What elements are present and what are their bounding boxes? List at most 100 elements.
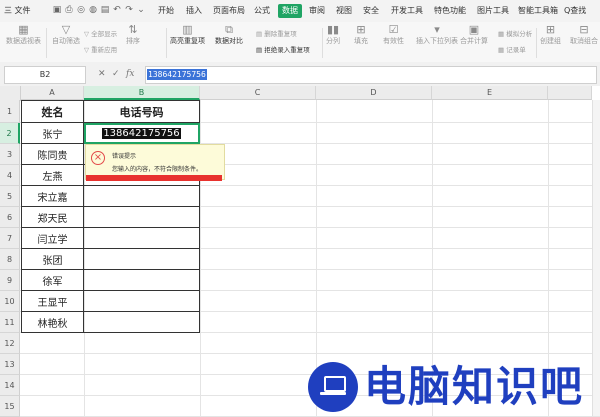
row-header[interactable]: 3 — [0, 144, 20, 165]
name-cell[interactable]: 左燕 — [21, 165, 84, 186]
vertical-scrollbar[interactable] — [592, 100, 600, 416]
function-icon[interactable]: fx — [126, 68, 134, 80]
header-cell-name[interactable]: 姓名 — [21, 100, 84, 123]
record-form-button[interactable]: ▦ 记录单 — [498, 44, 526, 54]
simulate-icon: ▦ — [498, 30, 507, 38]
simulate-button[interactable]: ▦ 模拟分析 — [498, 28, 532, 38]
row-header[interactable]: 14 — [0, 375, 20, 396]
tab-special[interactable]: 特色功能 — [434, 4, 466, 18]
phone-cell[interactable] — [84, 291, 200, 312]
laptop-icon — [324, 376, 346, 392]
column-header-b[interactable]: B — [84, 86, 200, 100]
file-menu[interactable]: 三 文件 — [4, 4, 31, 18]
column-header-c[interactable]: C — [200, 86, 316, 100]
save-icon[interactable]: ▣ — [52, 5, 62, 15]
validity-button[interactable]: ☑ 有效性 — [383, 24, 404, 46]
row-header[interactable]: 1 — [0, 100, 20, 123]
split-column-button[interactable]: ▮▮ 分列 — [326, 24, 340, 46]
column-header-a[interactable]: A — [21, 86, 84, 100]
row-header[interactable]: 13 — [0, 354, 20, 375]
tab-security[interactable]: 安全 — [363, 4, 379, 18]
name-cell[interactable]: 林艳秋 — [21, 312, 84, 333]
row-header[interactable]: 15 — [0, 396, 20, 417]
active-cell-value: 138642175756 — [102, 127, 181, 139]
create-group-button[interactable]: ⊞ 创建组 — [540, 24, 561, 46]
select-all-corner[interactable] — [0, 86, 21, 101]
tab-picture-tools[interactable]: 图片工具 — [477, 4, 509, 18]
undo-icon[interactable]: ↶ — [112, 5, 122, 15]
tab-developer[interactable]: 开发工具 — [391, 4, 423, 18]
tab-data[interactable]: 数据 — [278, 4, 302, 18]
fill-button[interactable]: ⊞ 填充 — [354, 24, 368, 46]
name-cell[interactable]: 王显平 — [21, 291, 84, 312]
print-preview-icon[interactable]: ▤ — [100, 5, 110, 15]
active-cell-b2[interactable]: 138642175756 — [84, 123, 200, 144]
formula-value: 138642175756 — [147, 69, 207, 80]
customize-icon[interactable]: ⌄ — [136, 5, 146, 15]
consolidate-button[interactable]: ▣ 合并计算 — [460, 24, 488, 46]
search-button[interactable]: Q查找 — [564, 4, 586, 18]
name-cell[interactable]: 闫立学 — [21, 228, 84, 249]
name-cell[interactable]: 张宁 — [21, 123, 84, 144]
ungroup-button[interactable]: ⊟ 取消组合 — [570, 24, 598, 46]
row-header[interactable]: 7 — [0, 228, 20, 249]
header-cell-phone[interactable]: 电话号码 — [84, 100, 200, 123]
ribbon-separator — [536, 28, 537, 58]
tab-insert[interactable]: 插入 — [186, 4, 202, 18]
formula-bar: B2 ✕ ✓ fx 138642175756 — [0, 62, 600, 86]
row-header[interactable]: 12 — [0, 333, 20, 354]
reject-dup-label: 拒绝录入重复项 — [264, 46, 310, 54]
tab-page-layout[interactable]: 页面布局 — [213, 4, 245, 18]
tab-review[interactable]: 审阅 — [309, 4, 325, 18]
pivot-table-button[interactable]: ▦ 数据透视表 — [6, 24, 41, 46]
row-header[interactable]: 4 — [0, 165, 20, 186]
column-header-e[interactable]: E — [432, 86, 548, 100]
phone-cell[interactable] — [84, 249, 200, 270]
reject-duplicates-button[interactable]: ▤ 拒绝录入重复项 — [256, 44, 310, 54]
fill-icon: ⊞ — [356, 23, 366, 36]
cancel-icon[interactable]: ✕ — [98, 68, 106, 80]
phone-cell[interactable] — [84, 228, 200, 249]
row-header[interactable]: 8 — [0, 249, 20, 270]
preview-icon[interactable]: ◎ — [76, 5, 86, 15]
phone-cell[interactable] — [84, 312, 200, 333]
compare-icon: ⧉ — [225, 23, 233, 36]
column-header-f[interactable] — [548, 86, 592, 100]
confirm-icon[interactable]: ✓ — [112, 68, 120, 80]
formula-input[interactable]: 138642175756 — [145, 66, 597, 84]
sort-button[interactable]: ⇅ 排序 — [126, 24, 140, 46]
row-header[interactable]: 5 — [0, 186, 20, 207]
phone-cell[interactable] — [84, 186, 200, 207]
tab-smart-toolbox[interactable]: 智能工具箱 — [518, 4, 558, 18]
name-cell[interactable]: 宋立嘉 — [21, 186, 84, 207]
row-header[interactable]: 10 — [0, 291, 20, 312]
row-header[interactable]: 9 — [0, 270, 20, 291]
consolidate-icon: ▣ — [468, 23, 480, 36]
data-compare-button[interactable]: ⧉ 数据对比 — [215, 24, 243, 46]
reapply-button[interactable]: ▽ 重新应用 — [84, 44, 117, 54]
tab-home[interactable]: 开始 — [158, 4, 174, 18]
tab-view[interactable]: 视图 — [336, 4, 352, 18]
highlight-duplicates-button[interactable]: ▥ 高亮重复项 — [170, 24, 205, 46]
column-header-d[interactable]: D — [316, 86, 432, 100]
format-painter-icon[interactable]: ◍ — [88, 5, 98, 15]
row-header[interactable]: 2 — [0, 123, 20, 144]
row-header[interactable]: 6 — [0, 207, 20, 228]
name-box[interactable]: B2 — [4, 66, 86, 84]
redo-icon[interactable]: ↷ — [124, 5, 134, 15]
print-icon[interactable]: ⎙ — [64, 5, 74, 15]
phone-cell[interactable] — [84, 270, 200, 291]
name-cell[interactable]: 郑天民 — [21, 207, 84, 228]
tab-formulas[interactable]: 公式 — [254, 4, 270, 18]
show-all-button[interactable]: ▽ 全部显示 — [84, 28, 117, 38]
row-header[interactable]: 11 — [0, 312, 20, 333]
insert-dropdown-button[interactable]: ▾ 插入下拉列表 — [416, 24, 458, 46]
split-label: 分列 — [326, 37, 340, 45]
group-icon: ⊞ — [545, 23, 556, 36]
name-cell[interactable]: 张团 — [21, 249, 84, 270]
name-cell[interactable]: 陈同贵 — [21, 144, 84, 165]
name-cell[interactable]: 徐军 — [21, 270, 84, 291]
auto-filter-button[interactable]: ▽ 自动筛选 — [52, 24, 80, 46]
phone-cell[interactable] — [84, 207, 200, 228]
delete-duplicates-button[interactable]: ▤ 删除重复项 — [256, 28, 297, 38]
